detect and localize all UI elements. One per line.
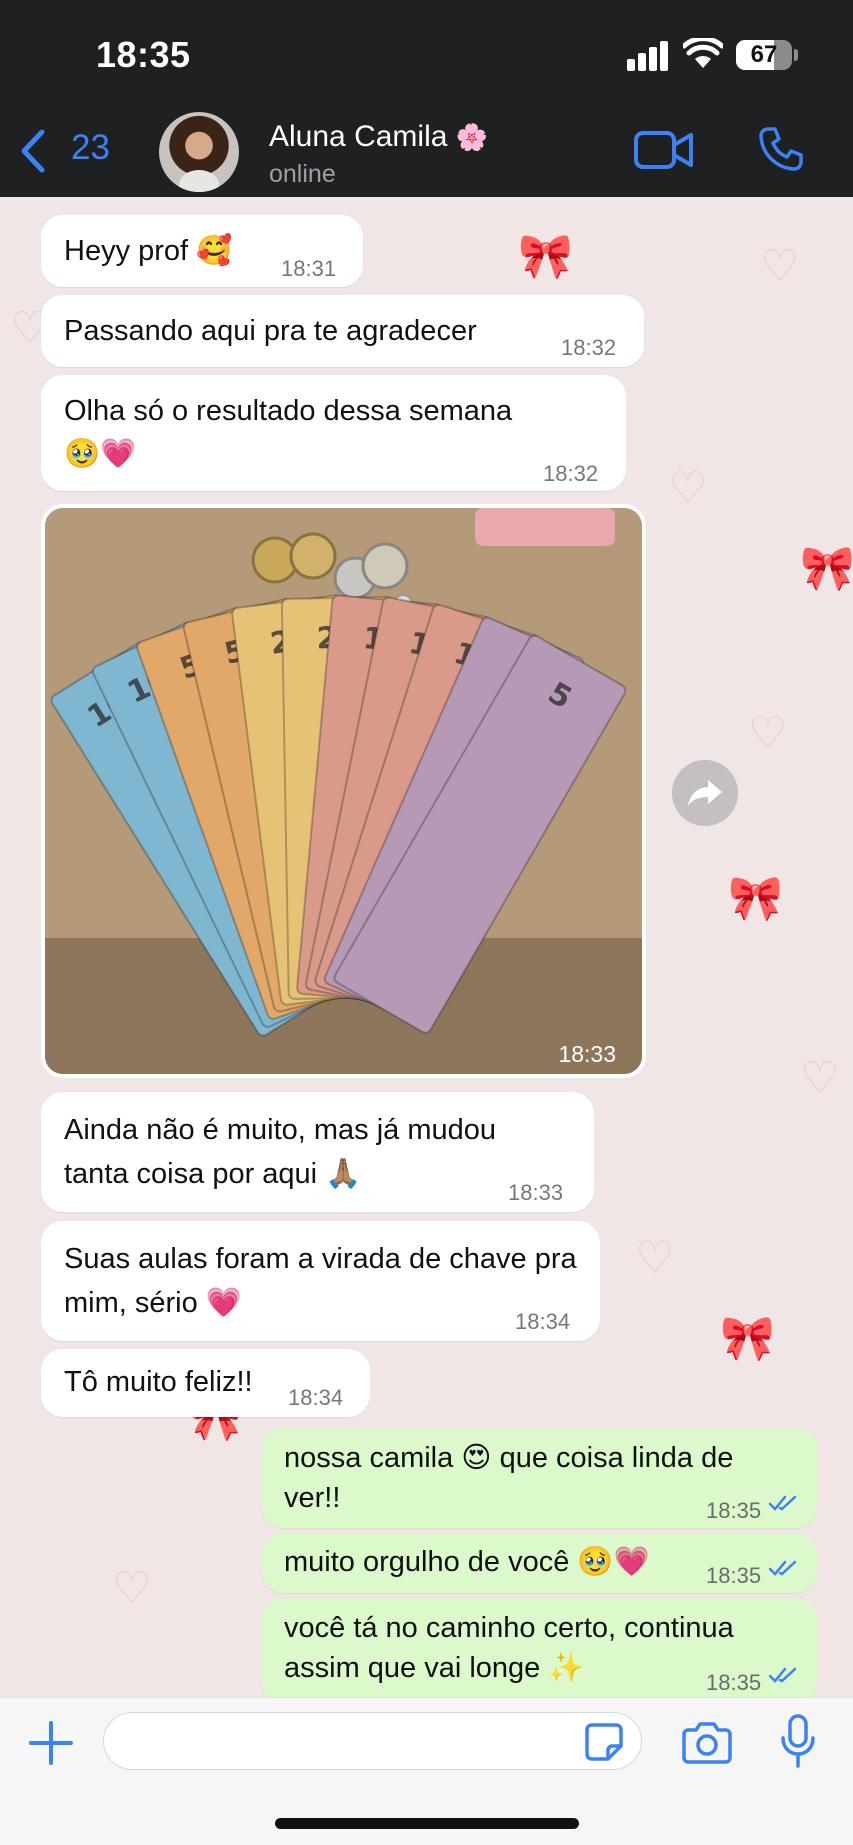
cellular-signal-icon xyxy=(627,41,669,71)
money-photo: 1001005050202010101055 xyxy=(45,508,642,1074)
contact-name[interactable]: Aluna Camila 🌸 xyxy=(269,120,488,154)
message-text-line2: mim, sério 💗 xyxy=(64,1287,242,1319)
photo-time: 18:33 xyxy=(558,1041,616,1067)
status-time: 18:35 xyxy=(96,34,191,75)
message-text-line2: assim que vai longe ✨ xyxy=(284,1652,585,1684)
contact-status: online xyxy=(269,160,336,188)
forward-share-icon[interactable] xyxy=(672,760,738,826)
bow-decoration: 🎀 xyxy=(800,544,853,593)
incoming-message[interactable]: Tô muito feliz!! 18:34 xyxy=(41,1349,370,1417)
flower-emoji: 🌸 xyxy=(455,122,489,152)
bow-decoration: 🎀 xyxy=(720,1314,775,1363)
message-time: 18:32 xyxy=(543,461,599,486)
plus-icon[interactable] xyxy=(28,1720,74,1766)
back-unread-count[interactable]: 23 xyxy=(71,128,110,168)
message-text: muito orgulho de você 🥹💗 xyxy=(284,1546,650,1578)
message-text: Heyy prof 🥰 xyxy=(64,235,233,267)
microphone-icon[interactable] xyxy=(780,1714,816,1768)
message-input[interactable] xyxy=(103,1712,642,1770)
message-time: 18:33 xyxy=(508,1180,564,1205)
bow-decoration: 🎀 xyxy=(728,874,783,923)
message-text: você tá no caminho certo, continua xyxy=(284,1612,734,1644)
heart-decoration: ♡ xyxy=(635,1234,675,1283)
phone-call-icon[interactable] xyxy=(758,126,804,172)
message-text: Tô muito feliz!! xyxy=(64,1366,253,1398)
message-text: Suas aulas foram a virada de chave pra xyxy=(64,1243,577,1275)
message-text-line2: 🥹💗 xyxy=(64,438,137,470)
bow-decoration: 🎀 xyxy=(518,232,573,281)
video-call-icon[interactable] xyxy=(634,130,694,170)
battery-cap xyxy=(794,49,798,61)
avatar[interactable] xyxy=(159,112,239,192)
message-text-line2: ver!! xyxy=(284,1482,341,1514)
message-time: 18:34 xyxy=(288,1385,344,1410)
message-text: nossa camila 😍 que coisa linda de xyxy=(284,1442,734,1474)
incoming-message[interactable]: Passando aqui pra te agradecer 18:32 xyxy=(41,295,644,367)
incoming-message[interactable]: Suas aulas foram a virada de chave pra m… xyxy=(41,1221,600,1341)
message-time: 18:35 xyxy=(706,1498,762,1523)
chat-header: 18:35 67 23 Aluna Camila 🌸 online xyxy=(0,0,853,197)
message-text: Ainda não é muito, mas já mudou xyxy=(64,1114,497,1146)
battery-icon: 67 xyxy=(736,40,792,70)
read-ticks-icon xyxy=(768,1667,797,1683)
heart-decoration: ♡ xyxy=(112,1564,152,1613)
message-time: 18:35 xyxy=(706,1563,762,1588)
message-text: Olha só o resultado dessa semana xyxy=(64,395,513,427)
heart-decoration: ♡ xyxy=(668,464,708,513)
message-time: 18:34 xyxy=(515,1309,571,1334)
outgoing-message[interactable]: você tá no caminho certo, continua assim… xyxy=(262,1598,817,1704)
incoming-message[interactable]: Heyy prof 🥰 18:31 xyxy=(41,215,363,287)
heart-decoration: ♡ xyxy=(748,709,788,758)
incoming-message[interactable]: Olha só o resultado dessa semana 🥹💗 18:3… xyxy=(41,375,626,491)
message-time: 18:32 xyxy=(561,335,617,360)
heart-decoration: ♡ xyxy=(760,242,800,291)
photo-message[interactable]: 1001005050202010101055 18:33 xyxy=(41,504,646,1078)
message-time: 18:31 xyxy=(281,256,337,281)
heart-decoration: ♡ xyxy=(800,1054,840,1103)
outgoing-message[interactable]: muito orgulho de você 🥹💗 18:35 xyxy=(262,1533,817,1593)
banknotes-illustration: 1001005050202010101055 xyxy=(45,508,642,1074)
outgoing-message[interactable]: nossa camila 😍 que coisa linda de ver!! … xyxy=(262,1428,817,1528)
read-ticks-icon xyxy=(768,1495,797,1511)
camera-icon[interactable] xyxy=(682,1720,732,1764)
sticker-icon[interactable] xyxy=(584,1722,624,1762)
message-text-line2: tanta coisa por aqui 🙏🏽 xyxy=(64,1158,362,1190)
battery-level: 67 xyxy=(750,41,778,68)
back-chevron-icon[interactable] xyxy=(18,128,48,174)
contact-name-text: Aluna Camila xyxy=(269,120,448,153)
home-indicator xyxy=(275,1818,579,1829)
wifi-icon xyxy=(683,38,723,68)
read-ticks-icon xyxy=(768,1560,797,1576)
message-text: Passando aqui pra te agradecer xyxy=(64,315,477,347)
incoming-message[interactable]: Ainda não é muito, mas já mudou tanta co… xyxy=(41,1092,594,1212)
